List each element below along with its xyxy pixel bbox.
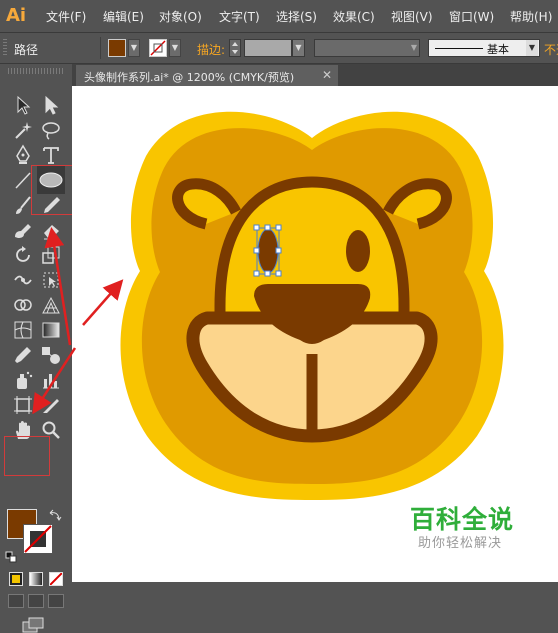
fill-highlight-box	[4, 436, 50, 476]
close-icon[interactable]: ✕	[322, 68, 332, 82]
chevron-down-icon: ▼	[526, 40, 538, 56]
fill-color-swatch[interactable]	[108, 39, 126, 57]
right-eye[interactable]	[346, 230, 370, 272]
none-mode-button[interactable]	[49, 572, 63, 586]
screen-mode-button[interactable]	[22, 617, 46, 633]
variable-width-profile-select[interactable]: ▼	[314, 39, 420, 57]
column-graph-tool-icon[interactable]	[40, 369, 62, 391]
draw-inside-button[interactable]	[48, 594, 64, 608]
direct-selection-tool-icon[interactable]	[40, 94, 62, 116]
blend-tool-icon[interactable]	[40, 344, 62, 366]
pencil-tool-icon[interactable]	[40, 194, 62, 216]
stepper-arrows-icon	[232, 42, 238, 54]
menu-effect[interactable]: 效果(C)	[333, 8, 375, 25]
artboard-tool-icon[interactable]	[12, 394, 34, 416]
stroke-weight-label[interactable]: 描边:	[197, 41, 225, 58]
paintbrush-tool-icon[interactable]	[12, 194, 34, 216]
left-eye[interactable]	[257, 228, 279, 274]
brush-stroke-preview	[435, 48, 483, 49]
chevron-down-icon: ▼	[410, 43, 417, 52]
chevron-down-icon[interactable]: ▼	[128, 39, 140, 57]
scale-tool-icon[interactable]	[40, 244, 62, 266]
width-tool-icon[interactable]	[12, 269, 34, 291]
menu-type[interactable]: 文字(T)	[219, 8, 260, 25]
artboard-canvas[interactable]: 百科全说 助你轻松解决	[72, 86, 558, 582]
menu-edit[interactable]: 编辑(E)	[103, 8, 144, 25]
type-tool-icon[interactable]	[40, 144, 62, 166]
brush-definition-select[interactable]: 基本 ▼	[428, 39, 540, 57]
document-tab-bar: 头像制作系列.ai* @ 1200% (CMYK/预览) ✕	[72, 64, 558, 86]
default-fill-stroke-icon[interactable]	[5, 548, 17, 567]
gradient-mode-button[interactable]	[29, 572, 43, 586]
stroke-none-swatch[interactable]	[149, 39, 167, 57]
magic-wand-tool-icon[interactable]	[12, 119, 34, 141]
shape-builder-tool-icon[interactable]	[12, 294, 34, 316]
rotate-tool-icon[interactable]	[12, 244, 34, 266]
menu-select[interactable]: 选择(S)	[276, 8, 317, 25]
slice-tool-icon[interactable]	[40, 394, 62, 416]
eraser-tool-icon[interactable]	[40, 219, 62, 241]
symbol-sprayer-tool-icon[interactable]	[12, 369, 34, 391]
swap-fill-stroke-icon[interactable]	[48, 508, 62, 527]
free-transform-tool-icon[interactable]	[40, 269, 62, 291]
menu-file[interactable]: 文件(F)	[46, 8, 86, 25]
color-mode-button[interactable]	[9, 572, 23, 586]
menu-view[interactable]: 视图(V)	[391, 8, 433, 25]
selection-tool-icon[interactable]	[12, 94, 34, 116]
stroke-color-control[interactable]: ▼	[149, 39, 181, 57]
menu-help[interactable]: 帮助(H)	[510, 8, 552, 25]
menu-bar: Ai 文件(F) 编辑(E) 对象(O) 文字(T) 选择(S) 效果(C) 视…	[0, 0, 558, 33]
menu-object[interactable]: 对象(O)	[159, 8, 202, 25]
opacity-label[interactable]: 不透	[544, 41, 558, 58]
document-tab-title[interactable]: 头像制作系列.ai* @ 1200% (CMYK/预览)	[84, 69, 294, 85]
stroke-weight-input[interactable]	[244, 39, 292, 57]
toolbox-grip[interactable]	[8, 68, 64, 74]
mesh-tool-icon[interactable]	[12, 319, 34, 341]
stroke-weight-stepper[interactable]	[229, 39, 241, 57]
separator	[100, 37, 101, 59]
chevron-down-icon[interactable]: ▼	[169, 39, 181, 57]
stroke-color-swatch[interactable]	[23, 524, 53, 554]
selection-type-label: 路径	[14, 43, 39, 57]
document-tab[interactable]: 头像制作系列.ai* @ 1200% (CMYK/预览) ✕	[76, 65, 338, 86]
control-bar: 路径 ▼ ▼ 描边: ▼ ▼ 基本 ▼ 不透	[0, 33, 558, 64]
gradient-tool-icon[interactable]	[40, 319, 62, 341]
none-slash-icon	[24, 525, 52, 553]
blob-brush-tool-icon[interactable]	[12, 219, 34, 241]
none-slash-icon	[150, 40, 166, 56]
draw-normal-button[interactable]	[8, 594, 24, 608]
pen-tool-icon[interactable]	[12, 144, 34, 166]
draw-behind-button[interactable]	[28, 594, 44, 608]
toolbox	[0, 64, 79, 633]
watermark-subtitle: 助你轻松解决	[418, 536, 503, 551]
menu-window[interactable]: 窗口(W)	[449, 8, 494, 25]
perspective-grid-tool-icon[interactable]	[40, 294, 62, 316]
watermark-title: 百科全说	[410, 505, 515, 534]
chevron-down-icon[interactable]: ▼	[292, 39, 305, 57]
control-bar-grip[interactable]	[3, 39, 7, 57]
eyedropper-tool-icon[interactable]	[12, 344, 34, 366]
fill-color-control[interactable]: ▼	[108, 39, 140, 57]
app-logo: Ai	[6, 5, 27, 26]
lasso-tool-icon[interactable]	[40, 119, 62, 141]
brush-name: 基本	[487, 43, 509, 56]
